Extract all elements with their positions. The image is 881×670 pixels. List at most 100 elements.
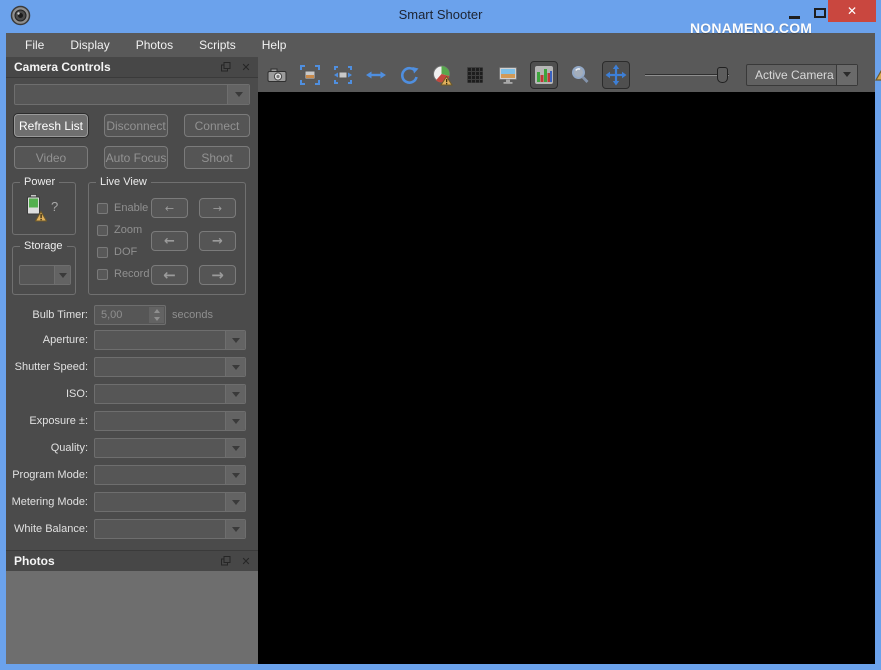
histogram-tool-active[interactable] — [530, 60, 558, 89]
chevron-down-icon[interactable] — [225, 493, 245, 511]
photos-panel-title: Photos — [14, 554, 55, 568]
close-panel-icon[interactable]: ✕ — [238, 553, 254, 569]
menu-scripts[interactable]: Scripts — [186, 33, 249, 57]
zoom-slider[interactable] — [645, 65, 729, 85]
menu-help[interactable]: Help — [249, 33, 300, 57]
dof-checkbox[interactable]: DOF — [97, 246, 137, 258]
connection-buttons: Refresh List Disconnect Connect — [14, 114, 250, 137]
bulb-timer-row: Bulb Timer: 5,00 seconds — [6, 305, 258, 325]
iso-dropdown[interactable] — [94, 384, 246, 404]
program-mode-label: Program Mode: — [12, 469, 88, 481]
menu-display[interactable]: Display — [57, 33, 122, 57]
quality-label: Quality: — [50, 442, 88, 454]
monitor-icon[interactable] — [497, 64, 519, 86]
chevron-down-icon[interactable] — [225, 358, 245, 376]
exposure-dropdown[interactable] — [94, 411, 246, 431]
program-mode-dropdown[interactable] — [94, 465, 246, 485]
menu-photos[interactable]: Photos — [123, 33, 186, 57]
battery-warning-icon — [34, 209, 48, 227]
power-status: ? — [51, 199, 59, 214]
minimize-icon — [788, 16, 800, 19]
iso-row: ISO: — [6, 384, 258, 404]
bulb-timer-spinner[interactable]: 5,00 — [94, 305, 166, 325]
close-button[interactable]: ✕ — [828, 0, 876, 22]
chevron-down-icon[interactable] — [836, 64, 857, 85]
shutter-speed-row: Shutter Speed: — [6, 357, 258, 377]
power-groupbox: Power ? — [12, 176, 76, 235]
enable-checkbox[interactable]: Enable — [97, 202, 148, 214]
chevron-down-icon[interactable] — [227, 85, 249, 104]
magnifier-icon[interactable] — [569, 64, 591, 86]
camera-controls-header: Camera Controls ✕ — [6, 57, 258, 78]
float-panel-icon[interactable] — [218, 553, 234, 569]
quality-dropdown[interactable] — [94, 438, 246, 458]
zoom-right-button[interactable]: → — [199, 231, 236, 251]
liveview-right-button[interactable]: → — [199, 198, 236, 218]
shoot-button[interactable]: Shoot — [184, 146, 250, 169]
bulb-timer-suffix: seconds — [172, 309, 213, 321]
checkbox-icon — [97, 268, 108, 280]
metering-mode-label: Metering Mode: — [11, 496, 88, 508]
zoom-checkbox[interactable]: Zoom — [97, 224, 142, 236]
record-left-button[interactable]: ← — [151, 265, 188, 285]
storage-dropdown[interactable] — [19, 265, 71, 285]
spin-down-icon[interactable] — [149, 315, 164, 323]
refresh-list-button[interactable]: Refresh List — [14, 114, 88, 137]
record-right-button[interactable]: → — [199, 265, 236, 285]
fit-to-window-icon[interactable] — [299, 64, 321, 86]
menu-file[interactable]: File — [12, 33, 57, 57]
image-viewport — [258, 92, 875, 664]
spin-up-icon[interactable] — [149, 307, 164, 315]
auto-focus-button[interactable]: Auto Focus — [104, 146, 168, 169]
chevron-down-icon[interactable] — [54, 266, 70, 284]
shutter-speed-dropdown[interactable] — [94, 357, 246, 377]
viewer-region: Active Camera Busy — [258, 57, 881, 664]
capture-buttons: Video Auto Focus Shoot — [14, 146, 250, 169]
chevron-down-icon[interactable] — [225, 385, 245, 403]
bulb-timer-label: Bulb Timer: — [32, 309, 88, 321]
active-camera-dropdown[interactable]: Active Camera — [746, 63, 858, 86]
aperture-row: Aperture: — [6, 330, 258, 350]
float-panel-icon[interactable] — [218, 59, 234, 75]
camera-list-dropdown[interactable] — [14, 84, 250, 105]
disconnect-button[interactable]: Disconnect — [104, 114, 168, 137]
storage-groupbox: Storage — [12, 240, 76, 295]
white-balance-label: White Balance: — [14, 523, 88, 535]
busy-status: Busy — [874, 64, 881, 86]
exposure-label: Exposure ±: — [29, 415, 88, 427]
checkbox-icon — [97, 246, 108, 258]
white-balance-dropdown[interactable] — [94, 519, 246, 539]
liveview-left-button[interactable]: ← — [151, 198, 188, 218]
camera-controls-panel: Camera Controls ✕ Refresh List Disconnec… — [6, 57, 258, 664]
close-panel-icon[interactable]: ✕ — [238, 59, 254, 75]
zoom-left-button[interactable]: ← — [151, 231, 188, 251]
pan-tool-active[interactable] — [602, 60, 630, 89]
app-window: Smart Shooter ✕ NONAMENO.COM File Displa… — [0, 0, 881, 670]
color-profile-warning-icon[interactable] — [431, 64, 453, 86]
connect-button[interactable]: Connect — [184, 114, 250, 137]
iso-label: ISO: — [65, 388, 88, 400]
aperture-label: Aperture: — [42, 334, 88, 346]
thumbnail-grid-icon[interactable] — [464, 64, 486, 86]
camera-list-value — [21, 85, 225, 104]
aperture-dropdown[interactable] — [94, 330, 246, 350]
chevron-down-icon[interactable] — [225, 439, 245, 457]
power-label: Power — [20, 176, 60, 189]
histogram-icon — [533, 64, 555, 86]
camera-icon[interactable] — [266, 64, 288, 86]
resize-width-icon[interactable] — [365, 64, 387, 86]
chevron-down-icon[interactable] — [225, 331, 245, 349]
slider-handle[interactable] — [717, 66, 728, 83]
maximize-icon — [814, 8, 826, 18]
spinner-buttons — [149, 307, 164, 323]
record-checkbox[interactable]: Record — [97, 268, 149, 280]
chevron-down-icon[interactable] — [225, 520, 245, 538]
live-view-groupbox: Live View Enable Zoom DOF Record ← → ← →… — [88, 176, 246, 295]
pan-icon — [605, 64, 627, 86]
chevron-down-icon[interactable] — [225, 466, 245, 484]
chevron-down-icon[interactable] — [225, 412, 245, 430]
actual-size-icon[interactable] — [332, 64, 354, 86]
video-button[interactable]: Video — [14, 146, 88, 169]
metering-mode-dropdown[interactable] — [94, 492, 246, 512]
refresh-icon[interactable] — [398, 64, 420, 86]
